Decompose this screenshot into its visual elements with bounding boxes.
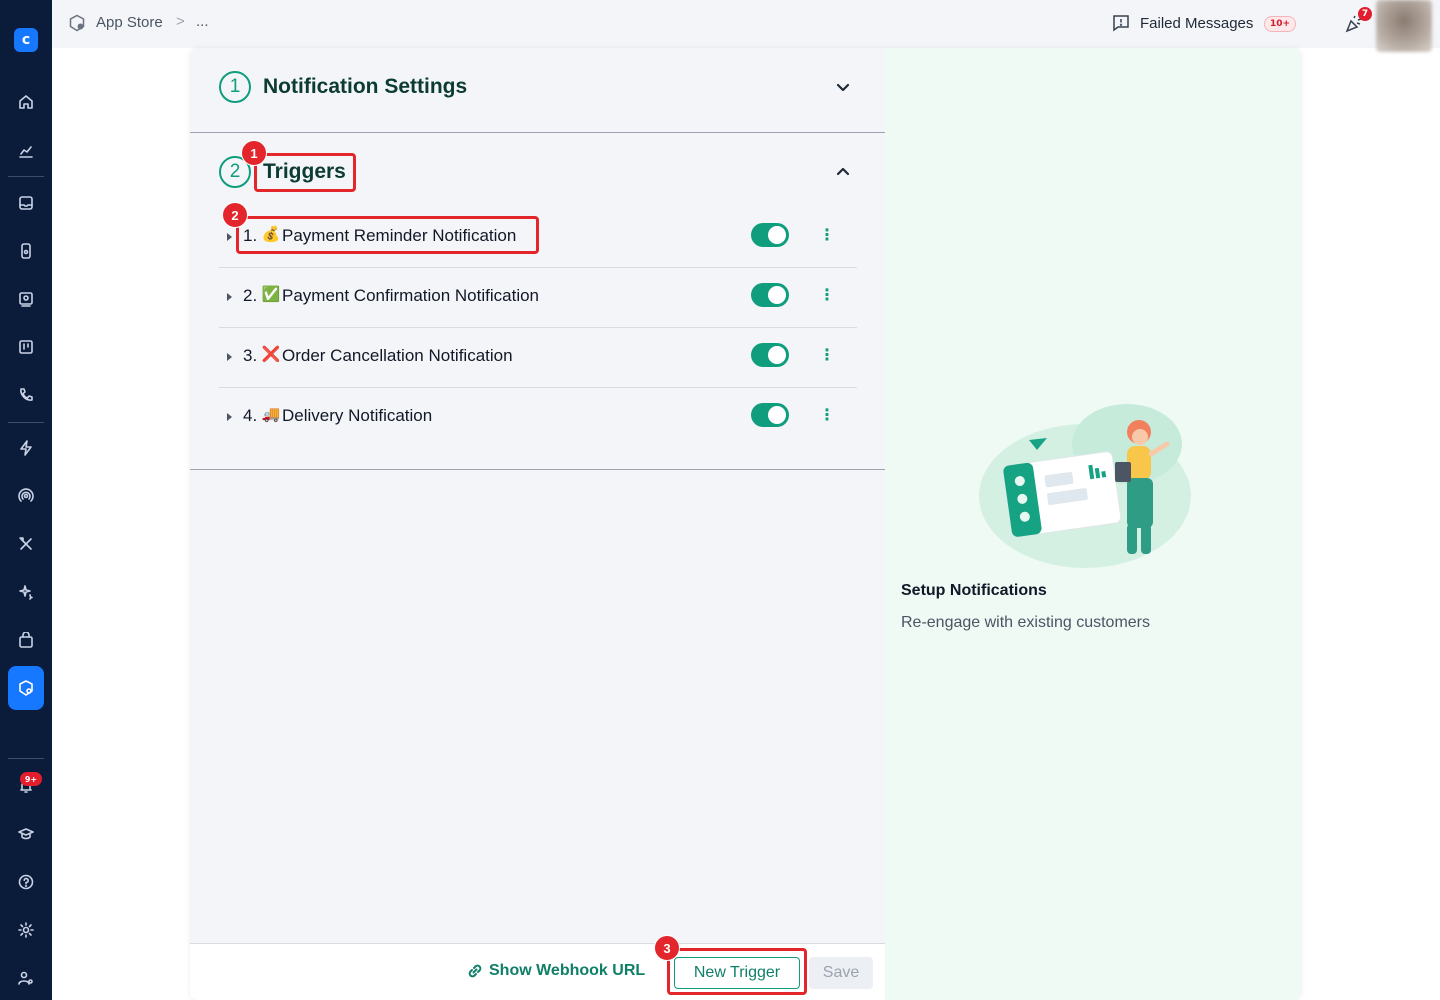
breadcrumb-separator: > <box>176 13 185 30</box>
contacts-icon[interactable] <box>14 287 38 311</box>
info-column: Setup Notifications Re-engage with exist… <box>885 48 1301 1000</box>
sidebar-notification-badge: 9+ <box>20 772 42 786</box>
chevron-down-icon[interactable] <box>835 79 853 97</box>
check-mark-icon: ✅ <box>261 285 281 303</box>
more-options-icon[interactable]: ⋮ <box>819 405 835 425</box>
save-button[interactable]: Save <box>809 957 873 989</box>
highlight-box-first-trigger <box>236 216 539 254</box>
trigger-enabled-toggle[interactable] <box>751 223 789 247</box>
annotation-badge: 1 <box>241 140 267 166</box>
webhook-label: Show Webhook URL <box>489 962 646 979</box>
shop-icon[interactable] <box>14 628 38 652</box>
settings-gear-icon[interactable] <box>14 918 38 942</box>
academy-icon[interactable] <box>14 822 38 846</box>
trigger-row[interactable]: 2. ✅ Payment Confirmation Notification ⋮ <box>219 268 857 328</box>
inbox-icon[interactable] <box>14 191 38 215</box>
trigger-row[interactable]: 4. 🚚 Delivery Notification ⋮ <box>219 388 857 448</box>
highlight-box-triggers <box>254 153 356 192</box>
message-alert-icon[interactable] <box>1112 14 1132 34</box>
help-icon[interactable] <box>14 870 38 894</box>
trigger-label[interactable]: Payment Confirmation Notification <box>282 286 539 306</box>
announcement-badge: 7 <box>1358 7 1372 21</box>
trigger-number: 2. <box>243 286 258 305</box>
link-icon <box>468 964 482 978</box>
trigger-number: 4. <box>243 406 258 425</box>
section-divider <box>190 132 885 133</box>
more-options-icon[interactable]: ⋮ <box>819 285 835 305</box>
chevron-up-icon[interactable] <box>835 164 853 182</box>
delivery-truck-icon: 🚚 <box>261 405 281 423</box>
more-options-icon[interactable]: ⋮ <box>819 345 835 365</box>
app-store-icon <box>68 14 88 34</box>
trigger-enabled-toggle[interactable] <box>751 343 789 367</box>
expand-caret-icon[interactable] <box>227 353 232 361</box>
trigger-row[interactable]: 3. ❌ Order Cancellation Notification ⋮ <box>219 328 857 388</box>
sidebar-divider <box>8 176 44 177</box>
expand-caret-icon[interactable] <box>227 293 232 301</box>
sidebar: c 9+ <box>0 0 52 1000</box>
breadcrumb-more[interactable]: ... <box>196 13 209 30</box>
automation-icon[interactable] <box>14 436 38 460</box>
setup-notifications-subtitle: Re-engage with existing customers <box>901 614 1151 631</box>
broadcast-icon[interactable] <box>14 484 38 508</box>
breadcrumb-app-store[interactable]: App Store <box>96 14 163 31</box>
top-bar: App Store > ... Failed Messages 10+ 7 <box>52 0 1440 52</box>
step-1-badge: 1 <box>219 71 251 103</box>
sidebar-divider <box>8 758 44 759</box>
expand-caret-icon[interactable] <box>227 233 232 241</box>
user-avatar[interactable] <box>1376 0 1432 52</box>
highlight-box-new-trigger <box>667 948 807 995</box>
annotation-badge: 2 <box>222 202 248 228</box>
app-store-icon[interactable] <box>14 676 38 700</box>
ai-sparkle-icon[interactable] <box>14 580 38 604</box>
notification-settings-title[interactable]: Notification Settings <box>263 75 467 99</box>
home-icon[interactable] <box>14 90 38 114</box>
app-logo[interactable]: c <box>14 28 38 52</box>
notification-illustration <box>979 404 1191 568</box>
mobile-icon[interactable] <box>14 239 38 263</box>
cross-mark-icon: ❌ <box>261 345 281 363</box>
setup-notifications-title: Setup Notifications <box>901 582 1047 599</box>
failed-messages-link[interactable]: Failed Messages <box>1140 15 1253 32</box>
trigger-enabled-toggle[interactable] <box>751 283 789 307</box>
trigger-number: 3. <box>243 346 258 365</box>
expand-caret-icon[interactable] <box>227 413 232 421</box>
show-webhook-url-link[interactable]: Show Webhook URL <box>467 962 645 980</box>
phone-icon[interactable] <box>14 383 38 407</box>
failed-messages-badge: 10+ <box>1264 16 1297 32</box>
section-divider <box>190 469 885 470</box>
user-settings-icon[interactable] <box>14 966 38 990</box>
more-options-icon[interactable]: ⋮ <box>819 225 835 245</box>
trigger-enabled-toggle[interactable] <box>751 403 789 427</box>
annotation-badge: 3 <box>654 935 680 961</box>
trigger-label[interactable]: Delivery Notification <box>282 406 432 426</box>
trigger-label[interactable]: Order Cancellation Notification <box>282 346 513 366</box>
analytics-icon[interactable] <box>14 139 38 163</box>
board-icon[interactable] <box>14 335 38 359</box>
sidebar-divider <box>8 422 44 423</box>
notification-panel: 1 Notification Settings 2 Triggers 1. 💰 … <box>190 48 1301 1000</box>
tools-icon[interactable] <box>14 532 38 556</box>
